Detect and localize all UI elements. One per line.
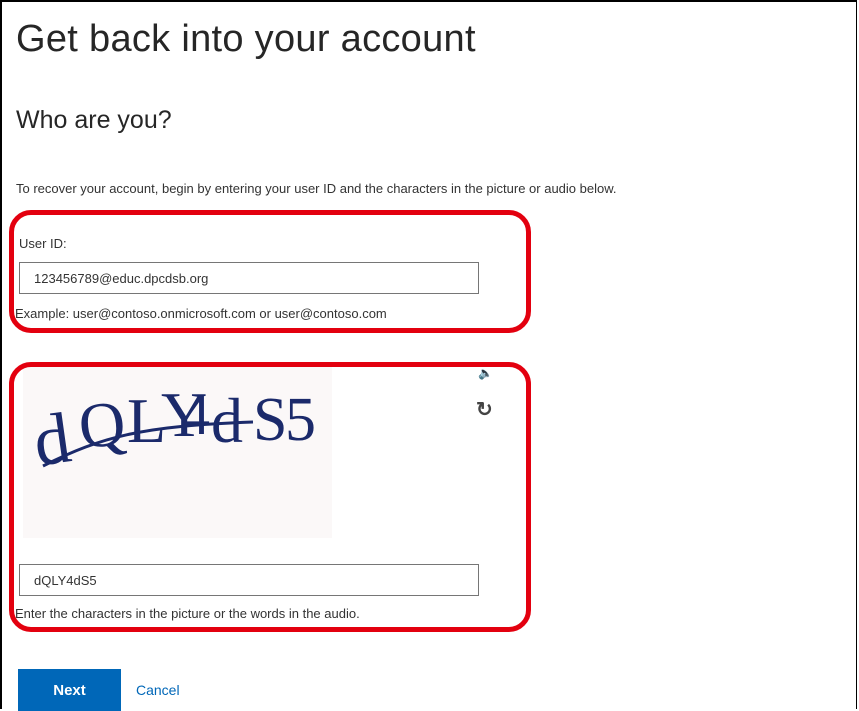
next-button[interactable]: Next [18, 669, 121, 711]
svg-text:S: S [253, 386, 287, 454]
speaker-icon[interactable]: 🔈 [478, 367, 493, 379]
user-id-input[interactable] [19, 262, 479, 294]
captcha-hint: Enter the characters in the picture or t… [15, 606, 360, 621]
captcha-input[interactable] [19, 564, 479, 596]
page-title: Get back into your account [16, 18, 476, 60]
svg-text:d: d [211, 385, 243, 456]
refresh-icon[interactable]: ↻ [476, 400, 493, 420]
intro-text: To recover your account, begin by enteri… [16, 181, 617, 196]
user-id-example: Example: user@contoso.onmicrosoft.com or… [15, 306, 387, 321]
svg-text:5: 5 [285, 386, 316, 454]
svg-text:Q: Q [75, 387, 128, 462]
user-id-label: User ID: [19, 236, 67, 251]
cancel-link[interactable]: Cancel [136, 682, 180, 698]
page-subtitle: Who are you? [16, 106, 172, 134]
captcha-image: d Q L Y 4 d S 5 [23, 366, 332, 538]
svg-text:4: 4 [181, 382, 210, 447]
svg-text:d: d [29, 397, 76, 481]
